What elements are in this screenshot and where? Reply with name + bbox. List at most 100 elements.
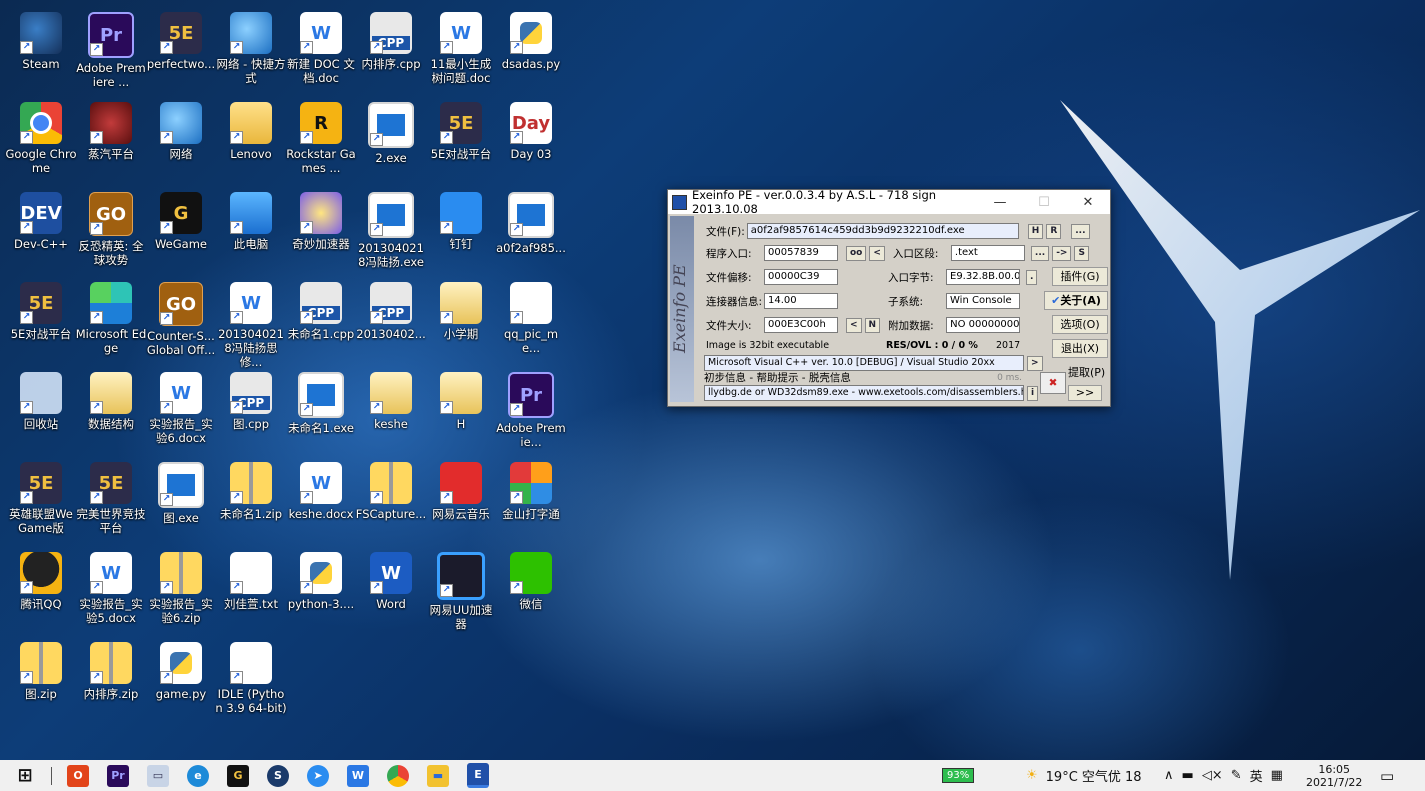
next-button[interactable]: >> (1068, 385, 1102, 401)
office-icon[interactable]: O (67, 764, 89, 787)
desktop-icon[interactable]: ↗ 微信 (495, 548, 567, 634)
desktop-icon[interactable]: ↗ H (425, 368, 497, 454)
desktop-icon[interactable]: R ↗ Rockstar Games ... (285, 98, 357, 184)
wegame-taskbar-icon[interactable]: G (227, 764, 249, 787)
section-dots-button[interactable]: ... (1030, 245, 1050, 261)
desktop-icon[interactable]: Pr ↗ Adobe Premiere ... (75, 8, 147, 94)
header-button[interactable]: H (1027, 223, 1044, 239)
weather-widget[interactable]: ☀ 19°C 空气优 18 (1026, 760, 1142, 791)
desktop-icon[interactable]: 5E ↗ 5E对战平台 (5, 278, 77, 364)
desktop-icon[interactable]: ↗ 腾讯QQ (5, 548, 77, 634)
desktop-icon[interactable]: CPP ↗ 20130402... (355, 278, 427, 364)
size-prev-button[interactable]: < (846, 317, 862, 333)
desktop-icon[interactable]: ↗ 网络 (145, 98, 217, 184)
desktop-icon[interactable]: ↗ 奇妙加速器 (285, 188, 357, 274)
exeinfo-window[interactable]: Exeinfo PE - ver.0.0.3.4 by A.S.L - 718 … (667, 188, 1111, 407)
desktop-icon[interactable]: ↗ Google Chrome (5, 98, 77, 184)
desktop-icon[interactable]: ↗ 小学期 (425, 278, 497, 364)
desktop-icon[interactable]: W ↗ Word (355, 548, 427, 634)
compiler-more-button[interactable]: > (1027, 355, 1043, 371)
desktop-icon[interactable]: CPP ↗ 未命名1.cpp (285, 278, 357, 364)
about-button[interactable]: ✔关于(A) (1044, 291, 1108, 310)
scan-icon[interactable]: ✖ (1040, 372, 1066, 394)
wps-taskbar-icon[interactable]: W (347, 764, 369, 787)
battery-percent[interactable]: 93% (942, 768, 975, 783)
steam-taskbar-icon[interactable]: S (267, 764, 289, 787)
desktop-icon[interactable]: ↗ 数据结构 (75, 368, 147, 454)
pc-manager-icon[interactable]: ▭ (147, 764, 169, 787)
desktop-icon[interactable]: ↗ 未命名1.exe (285, 368, 357, 454)
hint-link-field[interactable]: llydbg.de or WD32dsm89.exe - www.exetool… (704, 385, 1024, 401)
entry-prev-button[interactable]: < (869, 245, 885, 261)
hint-info-button[interactable]: i (1027, 385, 1039, 401)
desktop-icon[interactable]: Pr ↗ Adobe Premie... (495, 368, 567, 454)
file-explorer-icon[interactable]: ▬ (427, 764, 449, 787)
desktop-icon[interactable]: ↗ 图.zip (5, 638, 77, 724)
volume-icon[interactable]: ◁× (1202, 768, 1223, 783)
minimize-button[interactable]: — (978, 195, 1022, 210)
desktop-icon[interactable]: W ↗ keshe.docx (285, 458, 357, 544)
browse-button[interactable]: ... (1071, 223, 1090, 239)
exeinfo-taskbar-icon[interactable]: E (467, 763, 489, 788)
desktop-icon[interactable]: ↗ 内排序.zip (75, 638, 147, 724)
file-field[interactable]: a0f2af9857614c459dd3b9d9232210df.exe (746, 223, 1019, 239)
desktop-icon[interactable]: Day ↗ Day 03 (495, 98, 567, 184)
desktop-icon[interactable]: 5E ↗ 5E对战平台 (425, 98, 497, 184)
oo-button[interactable]: oo (846, 245, 867, 261)
file-size-field[interactable]: 000E3C00h (764, 317, 838, 333)
desktop-icon[interactable]: ↗ Steam (5, 8, 77, 94)
compiler-field[interactable]: Microsoft Visual C++ ver. 10.0 [DEBUG] /… (704, 355, 1024, 371)
size-n-button[interactable]: N (864, 317, 881, 333)
desktop-icon[interactable]: G ↗ WeGame (145, 188, 217, 274)
desktop-icon[interactable]: ↗ 钉钉 (425, 188, 497, 274)
section-s-button[interactable]: S (1074, 245, 1089, 261)
desktop-icon[interactable]: 5E ↗ 完美世界竞技平台 (75, 458, 147, 544)
exeinfo-titlebar[interactable]: Exeinfo PE - ver.0.0.3.4 by A.S.L - 718 … (668, 188, 1110, 216)
pen-icon[interactable]: ✎ (1231, 768, 1242, 783)
desktop-icon[interactable]: ↗ IDLE (Python 3.9 64-bit) (215, 638, 287, 724)
entry-point-field[interactable]: 00057839 (764, 245, 838, 261)
desktop-icon[interactable]: CPP ↗ 内排序.cpp (355, 8, 427, 94)
linker-field[interactable]: 14.00 (764, 293, 838, 309)
desktop-icon[interactable]: DEV ↗ Dev-C++ (5, 188, 77, 274)
desktop-icon[interactable]: ↗ 此电脑 (215, 188, 287, 274)
desktop-icon[interactable]: ↗ 回收站 (5, 368, 77, 454)
desktop-icon[interactable]: W ↗ 实验报告_实验5.docx (75, 548, 147, 634)
desktop-icon[interactable]: W ↗ 实验报告_实验6.docx (145, 368, 217, 454)
windows-start-icon[interactable]: ⊞ (14, 765, 36, 787)
desktop-icon[interactable]: ↗ 2.exe (355, 98, 427, 184)
desktop-icon[interactable]: 5E ↗ 英雄联盟WeGame版 (5, 458, 77, 544)
overlay-field[interactable]: NO 00000000 (946, 317, 1021, 333)
notification-icon[interactable]: ▭ (1380, 760, 1394, 791)
maximize-button[interactable]: ☐ (1022, 195, 1066, 210)
ime-grid-icon[interactable]: ▦ (1271, 768, 1283, 783)
desktop-icon[interactable]: ↗ keshe (355, 368, 427, 454)
section-goto-button[interactable]: -> (1052, 245, 1072, 261)
desktop-icon[interactable]: CPP ↗ 图.cpp (215, 368, 287, 454)
chrome-taskbar-icon[interactable] (387, 764, 409, 787)
edge-taskbar-icon[interactable]: e (187, 764, 209, 787)
desktop-icon[interactable]: ↗ FSCapture... (355, 458, 427, 544)
desktop-icon[interactable]: 5E ↗ perfectwo... (145, 8, 217, 94)
desktop-icon[interactable]: ↗ 刘佳萱.txt (215, 548, 287, 634)
desktop-icon[interactable]: ↗ 网易云音乐 (425, 458, 497, 544)
plugins-button[interactable]: 插件(G) (1052, 267, 1108, 286)
subsystem-field[interactable]: Win Console (946, 293, 1020, 309)
desktop-icon[interactable]: ↗ dsadas.py (495, 8, 567, 94)
exit-button[interactable]: 退出(X) (1052, 339, 1108, 358)
desktop-icon[interactable]: ↗ python-3.... (285, 548, 357, 634)
extract-button[interactable]: 提取(P) (1068, 364, 1105, 380)
rip-button[interactable]: R (1046, 223, 1062, 239)
desktop-icon[interactable]: ↗ 网易UU加速器 (425, 548, 497, 634)
dingtalk-taskbar-icon[interactable]: ➤ (307, 764, 329, 787)
close-button[interactable]: ✕ (1066, 195, 1110, 210)
desktop-icon[interactable]: ↗ qq_pic_me... (495, 278, 567, 364)
ime-indicator[interactable]: 英 (1250, 766, 1263, 785)
entry-bytes-field[interactable]: E9.32.8B.00.00 (946, 269, 1020, 285)
desktop-icon[interactable]: W ↗ 2013040218冯陆扬思修... (215, 278, 287, 369)
clock[interactable]: 16:05 2021/7/22 (1306, 760, 1362, 791)
desktop-icon[interactable]: ↗ 2013040218冯陆扬.exe (355, 188, 427, 274)
desktop-icon[interactable]: ↗ Microsoft Edge (75, 278, 147, 364)
desktop-icon[interactable]: ↗ game.py (145, 638, 217, 724)
desktop-icon[interactable]: ↗ 蒸汽平台 (75, 98, 147, 184)
